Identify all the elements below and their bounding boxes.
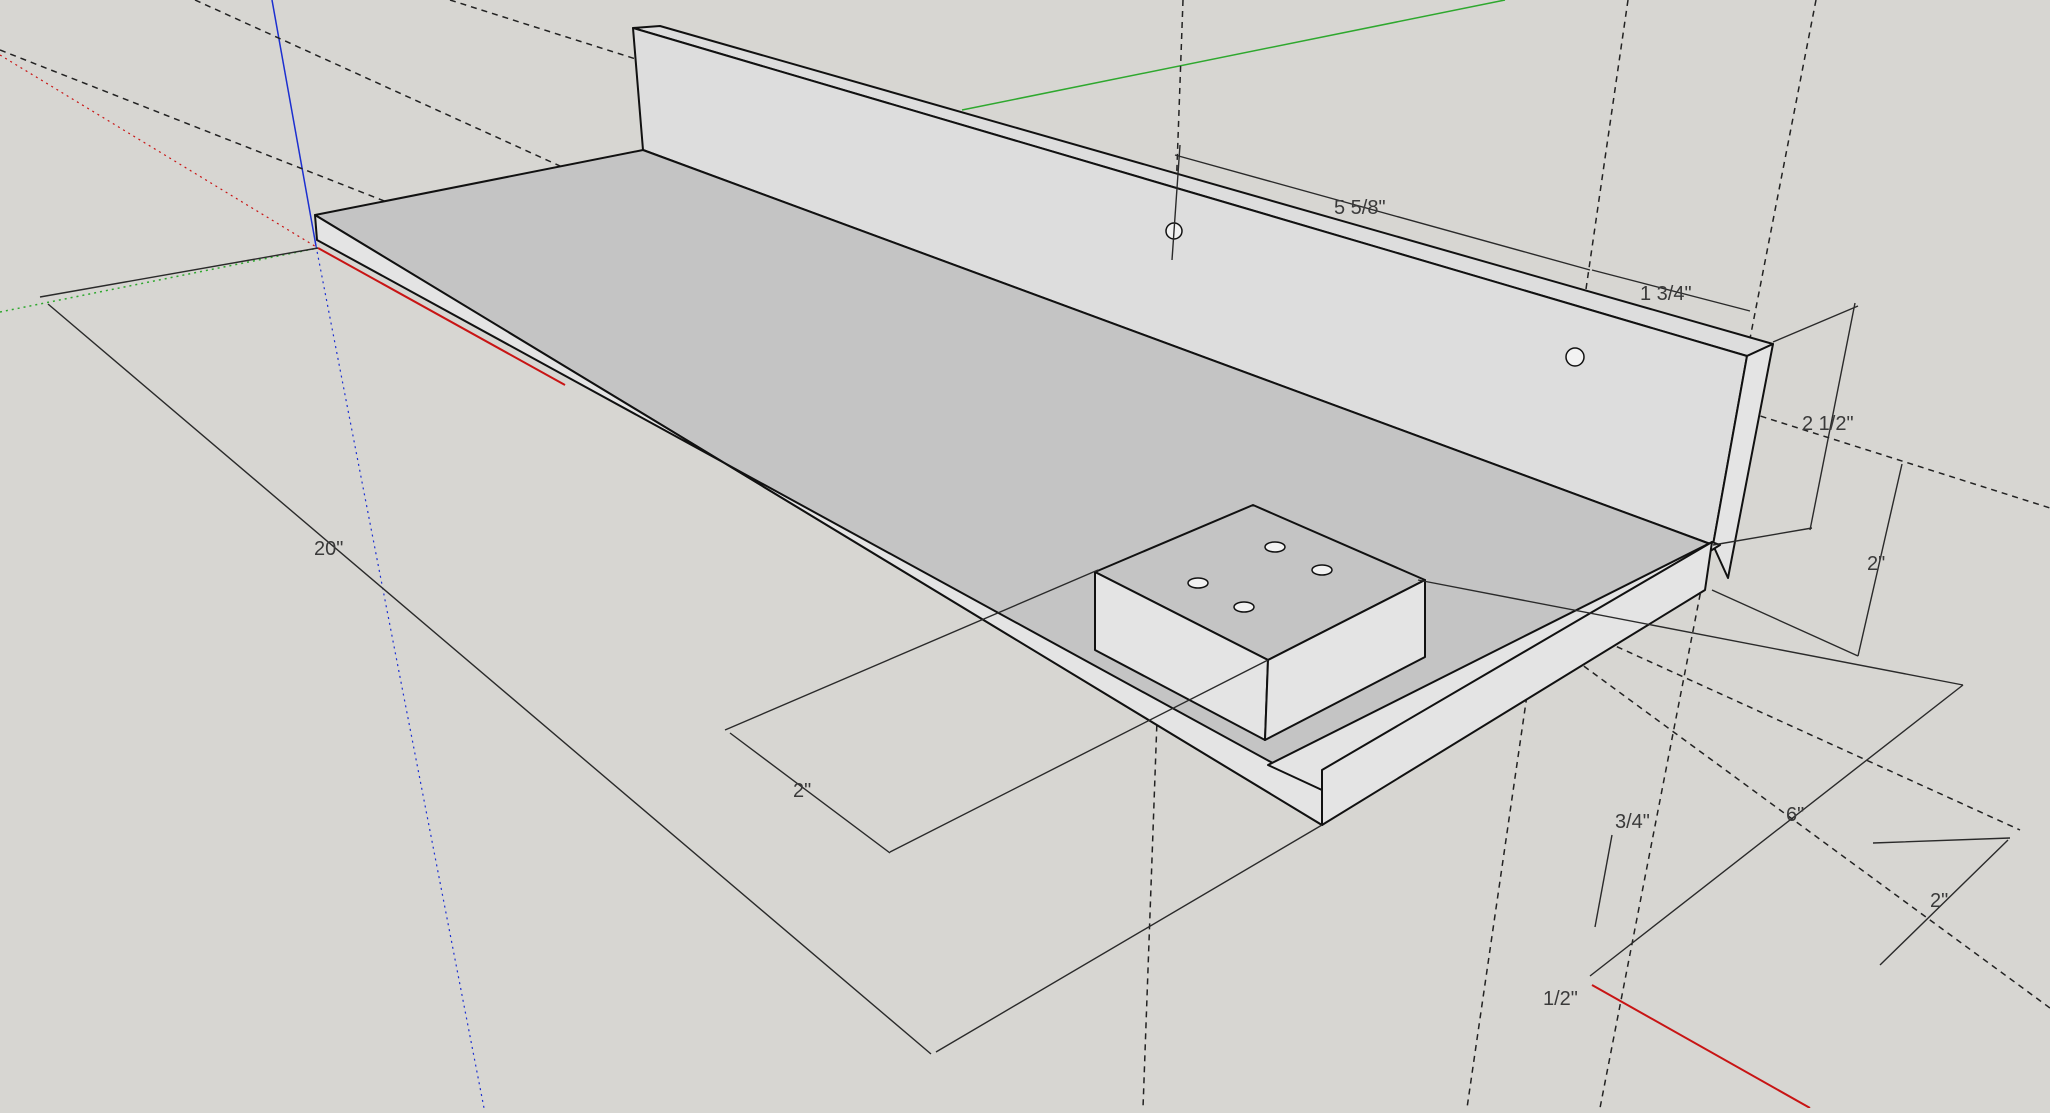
dim-label-base-depth[interactable]: 6" bbox=[1786, 804, 1804, 826]
dim-label-overall-length[interactable]: 20" bbox=[314, 538, 343, 560]
shelf-model[interactable] bbox=[314, 25, 1774, 826]
sketchup-viewport[interactable]: 20" 5 5/8" 1 3/4" 2 1/2" 2" 2" 6" 3/4" 1… bbox=[0, 0, 2050, 1109]
green-axis-line bbox=[961, 0, 1506, 111]
dim-label-base-thickness[interactable]: 3/4" bbox=[1615, 811, 1650, 833]
dimension-3-4 bbox=[1594, 834, 1613, 928]
dim-label-front-offset[interactable]: 2" bbox=[1930, 890, 1948, 912]
dim-label-fence-hole-edge[interactable]: 1 3/4" bbox=[1640, 283, 1692, 305]
dim-label-fence-height[interactable]: 2 1/2" bbox=[1802, 413, 1854, 435]
drill-hole-icon bbox=[1264, 541, 1286, 553]
drill-hole-icon bbox=[1233, 601, 1255, 613]
screw-hole-icon bbox=[1565, 347, 1585, 367]
red-axis-line-neg bbox=[0, 54, 319, 249]
dim-label-fence-hole-height[interactable]: 2" bbox=[1867, 553, 1885, 575]
drill-hole-icon bbox=[1311, 564, 1333, 576]
blue-axis-line-neg bbox=[315, 245, 485, 1109]
model-canvas[interactable]: 20" 5 5/8" 1 3/4" 2 1/2" 2" 2" 6" 3/4" 1… bbox=[0, 0, 2050, 1109]
dim-label-block-width[interactable]: 2" bbox=[793, 780, 811, 802]
dim-label-fence-hole-spacing[interactable]: 5 5/8" bbox=[1334, 197, 1386, 219]
red-axis-line-lower bbox=[1591, 984, 1811, 1109]
green-axis-line-neg bbox=[0, 247, 319, 313]
drill-hole-icon bbox=[1187, 577, 1209, 589]
dim-label-lip-height[interactable]: 1/2" bbox=[1543, 988, 1578, 1010]
blue-axis-line bbox=[271, 0, 317, 247]
